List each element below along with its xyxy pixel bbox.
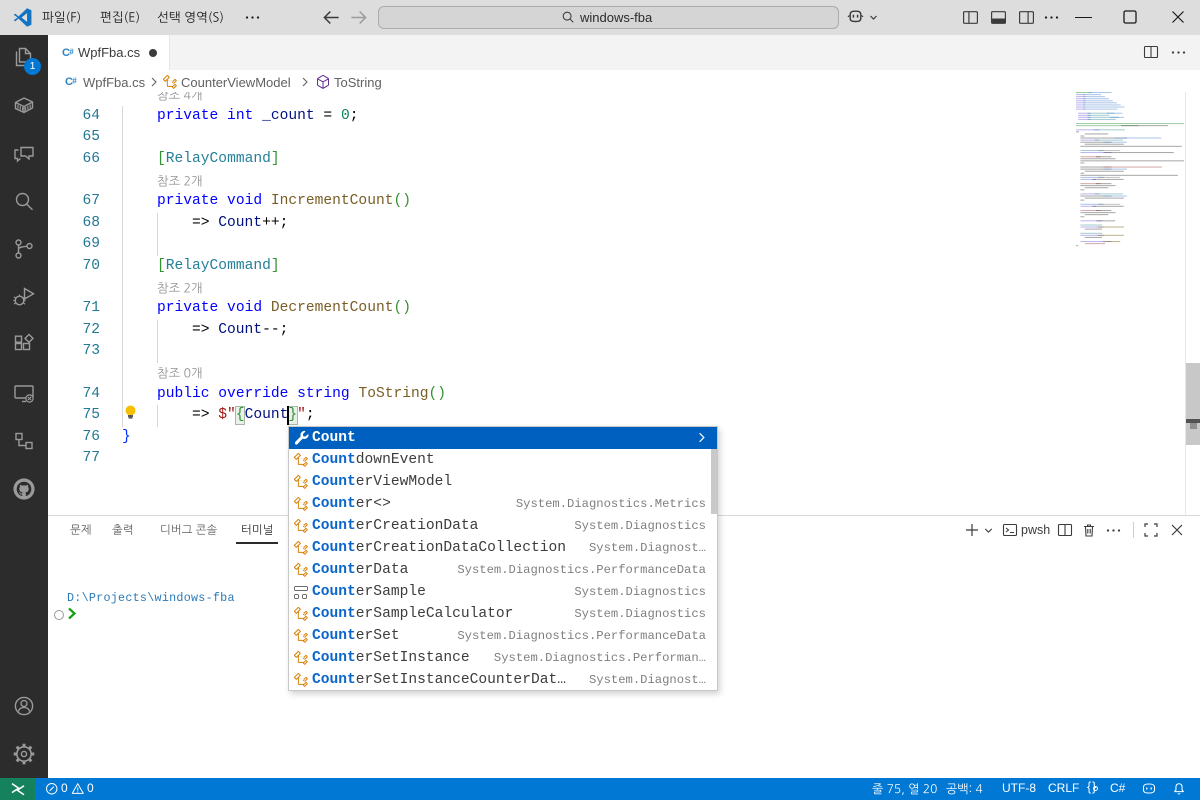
svg-text:#: # — [72, 77, 77, 86]
svg-text:#: # — [69, 48, 74, 57]
